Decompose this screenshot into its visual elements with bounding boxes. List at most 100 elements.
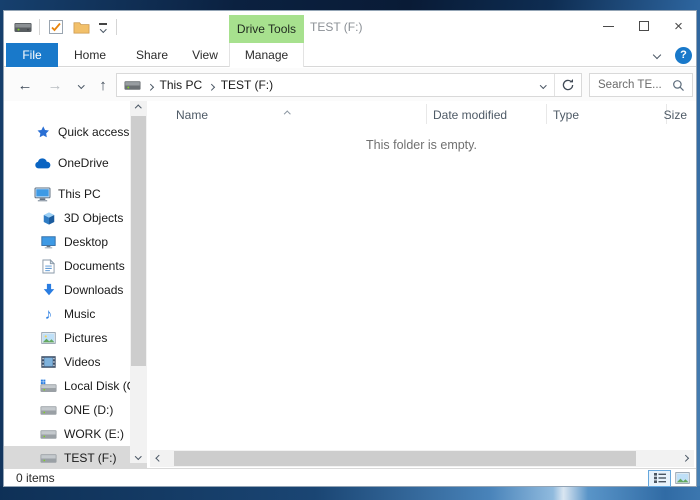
breadcrumb-test-drive[interactable]: TEST (F:) [221,78,273,92]
expand-ribbon-button[interactable] [647,45,667,65]
navigation-pane: Quick access OneDrive This PC 3D Objects… [4,101,147,468]
column-divider[interactable] [426,104,427,124]
sidebar-item-desktop[interactable]: Desktop [4,230,147,254]
empty-folder-message: This folder is empty. [366,138,477,152]
minimize-button[interactable] [591,11,626,41]
sidebar-scrollbar-thumb[interactable] [131,116,146,366]
chevron-right-icon [209,78,214,92]
address-row: ← → ↑ This PC TEST (F:) Search [4,68,696,101]
desktop-icon [39,236,58,249]
sidebar-item-this-pc[interactable]: This PC [4,182,147,206]
sidebar-item-pictures[interactable]: Pictures [4,326,147,350]
scroll-right-button[interactable] [676,450,694,467]
quick-access-toolbar [14,11,117,43]
close-icon: × [674,19,683,34]
drive-icon [39,453,58,464]
sidebar-item-music[interactable]: ♪ Music [4,302,147,326]
search-box[interactable]: Search TE... [589,73,693,97]
horizontal-scrollbar-thumb[interactable] [174,451,636,466]
ribbon-right-controls: ? [647,43,692,67]
column-header-type[interactable]: Type [553,108,579,122]
maximize-button[interactable] [626,11,661,41]
horizontal-scrollbar[interactable] [150,450,694,467]
desktop-wallpaper: Drive Tools TEST (F:) × File Home Share … [0,0,700,500]
forward-button[interactable]: → [44,73,66,97]
sidebar-item-label: Music [64,307,95,321]
computer-icon [33,187,52,202]
column-header-date-modified[interactable]: Date modified [433,108,507,122]
address-dropdown-button[interactable] [532,74,554,96]
chevron-down-icon [540,82,546,88]
chevron-up-icon [135,105,141,111]
sidebar-item-downloads[interactable]: Downloads [4,278,147,302]
toolbar-separator [116,19,117,35]
column-header-size[interactable]: Size [664,108,687,122]
column-header-row: Name Date modified Type Size [147,101,696,128]
scroll-down-button[interactable] [130,449,147,463]
picture-icon [39,332,58,344]
explorer-window: Drive Tools TEST (F:) × File Home Share … [3,10,697,487]
status-bar: 0 items [4,468,696,486]
music-note-icon: ♪ [39,307,58,322]
sidebar-item-test-f[interactable]: TEST (F:) [4,446,147,468]
sidebar-item-quick-access[interactable]: Quick access [4,120,147,144]
checklist-icon[interactable] [47,17,65,37]
toolbar-separator [39,19,40,35]
drive-tools-contextual-tab[interactable]: Drive Tools [229,15,304,43]
sidebar-item-label: Videos [64,355,100,369]
sidebar-item-label: OneDrive [58,156,109,170]
tab-home[interactable]: Home [68,43,112,67]
help-button[interactable]: ? [675,47,692,64]
chevron-right-icon [682,455,688,461]
tab-view[interactable]: View [184,43,226,67]
chevron-down-icon [135,453,141,459]
thumbnail-view-button[interactable] [671,470,694,487]
sidebar-item-label: Desktop [64,235,108,249]
items-count: 0 items [16,471,55,485]
video-icon [39,356,58,368]
tab-file[interactable]: File [6,43,58,67]
close-button[interactable]: × [661,11,696,41]
cloud-icon [33,158,52,169]
document-icon [39,259,58,274]
customize-quick-access-icon[interactable] [97,17,109,37]
drive-icon[interactable] [14,17,32,37]
chevron-down-icon [653,51,661,59]
back-button[interactable]: ← [14,73,36,97]
chevron-down-icon [78,82,84,88]
column-header-name[interactable]: Name [176,108,208,122]
recent-locations-button[interactable] [70,73,92,97]
refresh-button[interactable] [555,74,581,96]
chevron-left-icon [156,455,162,461]
new-folder-icon[interactable] [72,17,90,37]
customize-bar [99,23,107,25]
sidebar-item-label: ONE (D:) [64,403,113,417]
sidebar-item-onedrive[interactable]: OneDrive [4,151,147,175]
sidebar-item-label: WORK (E:) [64,427,124,441]
drive-icon [39,405,58,416]
sidebar-item-work-e[interactable]: WORK (E:) [4,422,147,446]
title-bar[interactable]: Drive Tools TEST (F:) × [4,11,696,43]
minimize-icon [603,26,614,27]
window-controls: × [591,11,696,41]
ribbon-tabs-row: File Home Share View Manage ? [4,43,696,67]
column-divider[interactable] [546,104,547,124]
sidebar-item-one-d[interactable]: ONE (D:) [4,398,147,422]
chevron-down-icon [100,26,106,32]
sidebar-item-label: Quick access [58,125,129,139]
sidebar-item-videos[interactable]: Videos [4,350,147,374]
scroll-up-button[interactable] [130,101,147,115]
sidebar-item-local-disk-c[interactable]: Local Disk (C:) [4,374,147,398]
details-view-button[interactable] [648,470,671,487]
sidebar-item-label: Pictures [64,331,107,345]
breadcrumb-this-pc[interactable]: This PC [160,78,203,92]
tab-share[interactable]: Share [128,43,176,67]
sidebar-item-3d-objects[interactable]: 3D Objects [4,206,147,230]
sidebar-scrollbar[interactable] [130,101,147,463]
address-bar[interactable]: This PC TEST (F:) [116,73,582,97]
search-icon[interactable] [672,79,685,92]
sidebar-item-documents[interactable]: Documents [4,254,147,278]
up-button[interactable]: ↑ [92,73,114,97]
scroll-left-button[interactable] [150,450,168,467]
tab-manage[interactable]: Manage [229,43,304,67]
